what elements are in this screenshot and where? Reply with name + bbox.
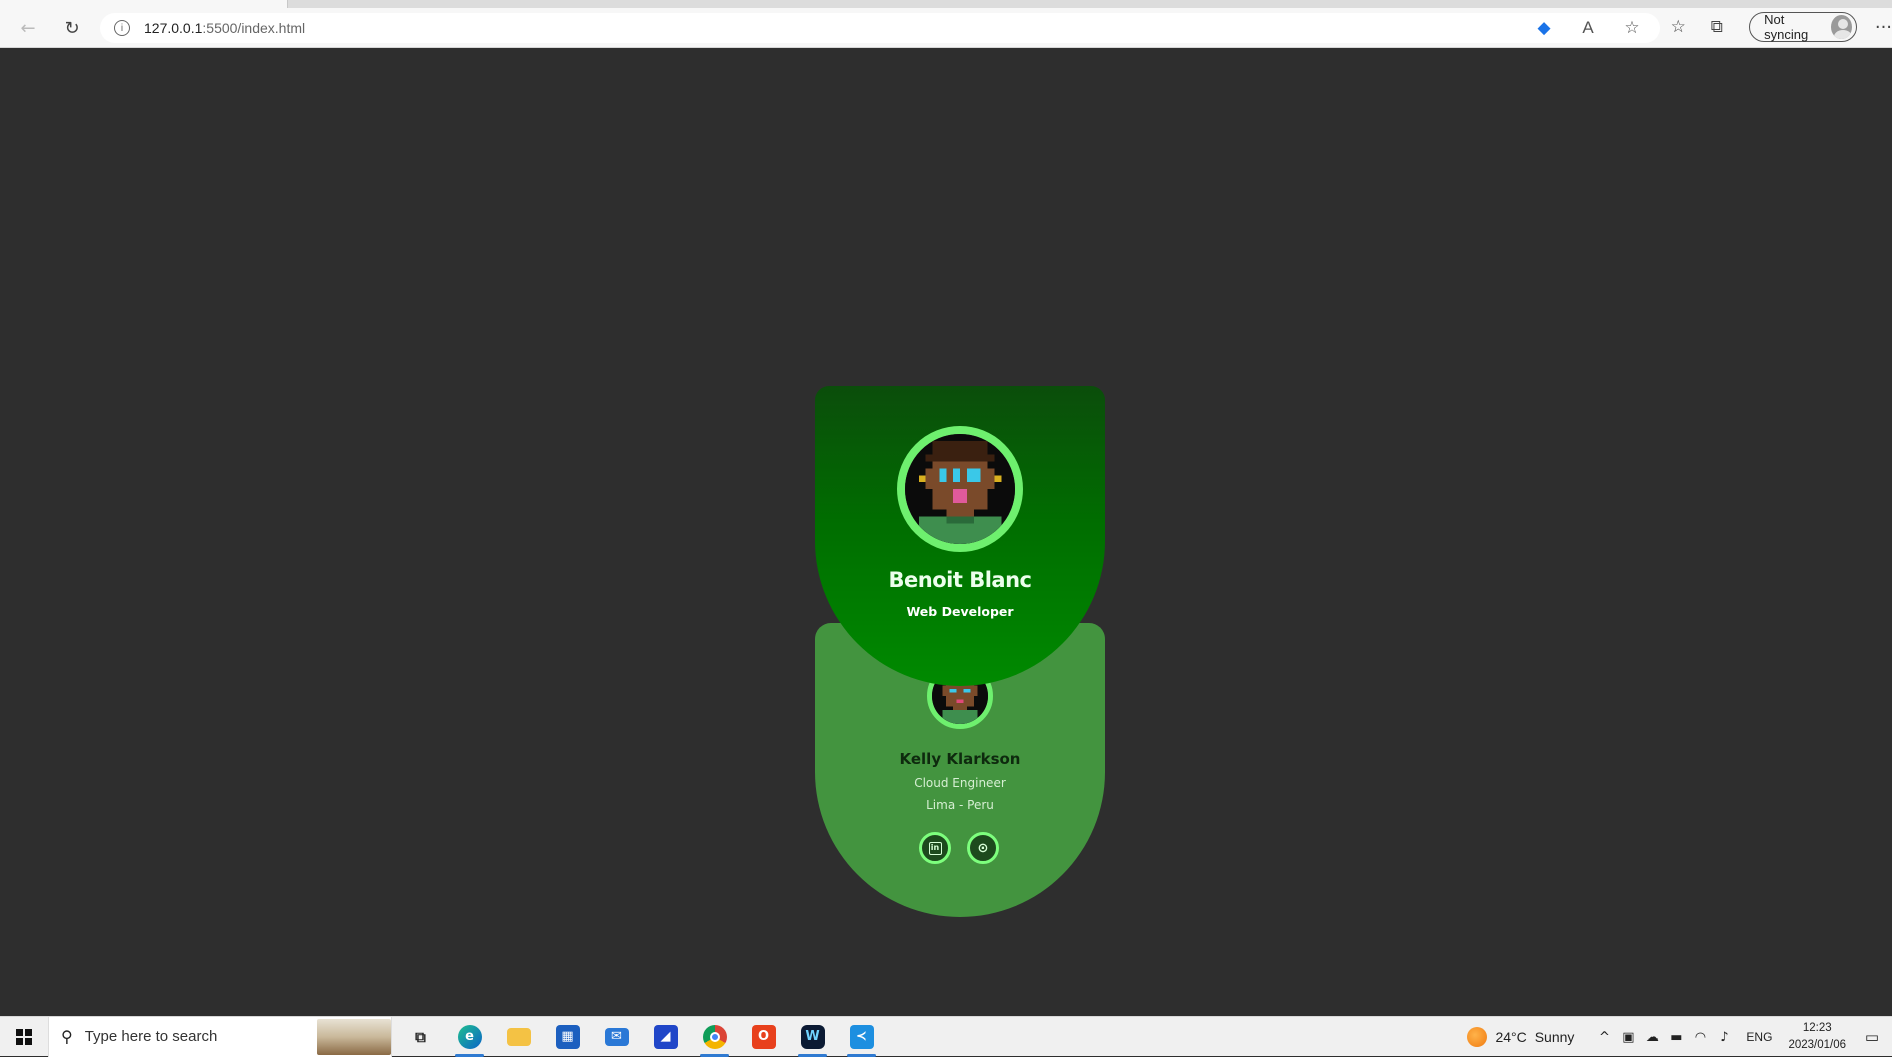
weather-widget[interactable]: 24°C Sunny <box>1467 1027 1574 1047</box>
profile-avatar <box>897 426 1023 552</box>
chevron-up-icon[interactable]: ^ <box>1592 1017 1616 1057</box>
folder-icon <box>506 1027 531 1046</box>
azure-data-studio-button[interactable]: ◢ <box>641 1017 690 1057</box>
back-arrow-icon[interactable]: ← <box>10 12 46 44</box>
search-icon: ⚲ <box>61 1028 73 1046</box>
volume-icon[interactable]: ♪ <box>1712 1017 1736 1057</box>
github-button[interactable]: ⊙ <box>967 832 999 864</box>
collections-icon[interactable]: ⧉ <box>1705 13 1730 41</box>
profile-avatar-icon <box>1831 15 1852 39</box>
browser-toolbar: ← ↻ i 127.0.0.1:5500/index.html ◆ A ☆ ☆ … <box>0 8 1892 48</box>
taskbar: ⚲ Type here to search ⧉ e ▦ ✉ ◢ O W ≺ 24… <box>0 1016 1892 1057</box>
browser-right-tools: ☆ ⧉ Not syncing ··· <box>1666 12 1892 42</box>
refresh-icon[interactable]: ↻ <box>54 12 90 44</box>
microsoft-store-button[interactable]: ▦ <box>543 1017 592 1057</box>
linkedin-icon: in <box>928 841 942 855</box>
edge-button[interactable]: e <box>445 1017 494 1057</box>
task-view-icon: ⧉ <box>415 1027 426 1046</box>
vscode-button[interactable]: ≺ <box>837 1017 886 1057</box>
info-icon[interactable]: i <box>114 20 130 36</box>
detail-location: Lima - Peru <box>926 798 994 812</box>
office-icon: O <box>751 1024 776 1049</box>
profile-name: Benoit Blanc <box>888 568 1032 592</box>
chrome-button[interactable] <box>690 1017 739 1057</box>
address-bar[interactable]: i 127.0.0.1:5500/index.html ◆ A ☆ <box>100 13 1660 43</box>
taskbar-apps: ⧉ e ▦ ✉ ◢ O W ≺ <box>396 1017 886 1057</box>
url-host: 127.0.0.1 <box>144 20 203 36</box>
sun-icon <box>1467 1027 1488 1047</box>
windows-logo-icon <box>16 1028 32 1045</box>
edge-icon: e <box>457 1024 482 1049</box>
more-options-icon[interactable]: ··· <box>1875 17 1892 38</box>
profile-sync-button[interactable]: Not syncing <box>1749 12 1857 42</box>
favorite-add-icon[interactable]: ☆ <box>1620 16 1644 40</box>
vscode-icon: ≺ <box>849 1024 874 1049</box>
github-icon: ⊙ <box>977 840 989 856</box>
active-tab[interactable] <box>0 0 288 8</box>
office-button[interactable]: O <box>739 1017 788 1057</box>
tab-strip <box>0 0 1892 8</box>
detail-name: Kelly Klarkson <box>899 750 1021 768</box>
webex-icon: W <box>800 1024 825 1049</box>
favorites-icon[interactable]: ☆ <box>1666 13 1691 41</box>
chrome-icon <box>702 1024 727 1049</box>
detail-role: Cloud Engineer <box>914 776 1006 790</box>
linkedin-button[interactable]: in <box>919 832 951 864</box>
weather-temp: 24°C <box>1495 1029 1527 1045</box>
start-button[interactable] <box>0 1017 48 1057</box>
read-aloud-icon[interactable]: A <box>1576 16 1600 40</box>
file-explorer-button[interactable] <box>494 1017 543 1057</box>
clock-date: 2023/01/06 <box>1788 1039 1846 1051</box>
taskbar-search[interactable]: ⚲ Type here to search <box>48 1016 392 1057</box>
shopping-tag-icon[interactable]: ◆ <box>1532 16 1556 40</box>
task-view-button[interactable]: ⧉ <box>396 1017 445 1057</box>
search-highlight-image <box>317 1018 391 1055</box>
profile-card: Benoit Blanc Web Developer <box>815 386 1105 686</box>
weather-condition: Sunny <box>1534 1029 1575 1045</box>
onedrive-icon[interactable]: ☁ <box>1640 1017 1664 1057</box>
wifi-icon[interactable]: ◠ <box>1688 1017 1712 1057</box>
url-path: :5500/index.html <box>202 20 306 36</box>
meet-now-icon[interactable]: ▣ <box>1616 1017 1640 1057</box>
system-tray: 24°C Sunny ^ ▣ ☁ ▬ ◠ ♪ ENG 12:23 2023/01… <box>1467 1017 1892 1057</box>
battery-icon[interactable]: ▬ <box>1664 1017 1688 1057</box>
language-indicator[interactable]: ENG <box>1746 1030 1772 1044</box>
mail-icon: ✉ <box>604 1027 629 1046</box>
webex-button[interactable]: W <box>788 1017 837 1057</box>
search-placeholder: Type here to search <box>84 1028 218 1045</box>
profile-role: Web Developer <box>906 604 1014 619</box>
page-viewport: Kelly Klarkson Cloud Engineer Lima - Per… <box>0 49 1892 1016</box>
address-bar-icons: ◆ A ☆ <box>1532 16 1644 40</box>
sync-label: Not syncing <box>1764 12 1809 42</box>
clock-time: 12:23 <box>1802 1022 1832 1034</box>
clock[interactable]: 12:23 2023/01/06 <box>1788 1020 1846 1054</box>
notification-icon[interactable]: ▭ <box>1852 1017 1892 1057</box>
store-icon: ▦ <box>555 1024 580 1049</box>
azure-data-studio-icon: ◢ <box>653 1024 678 1049</box>
mail-button[interactable]: ✉ <box>592 1017 641 1057</box>
pixel-avatar-icon <box>905 434 1015 544</box>
